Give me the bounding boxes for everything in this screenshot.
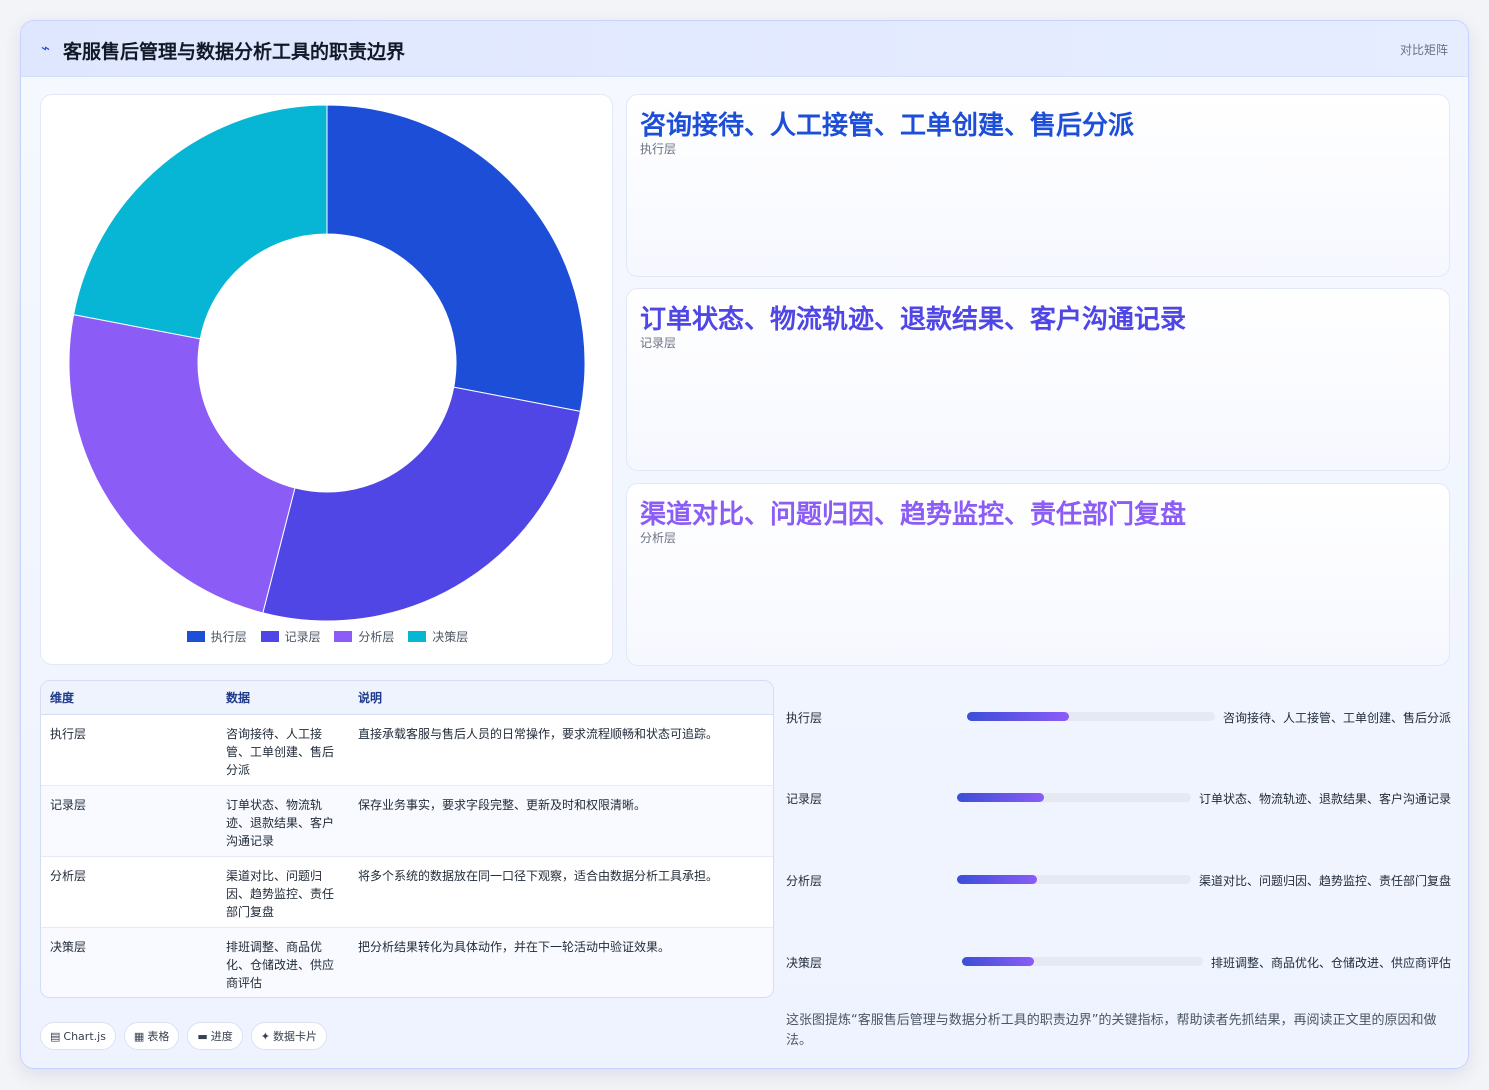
progress-text: 渠道对比、问题归因、趋势监控、责任部门复盘 (1198, 874, 1451, 888)
feature-chips: ▤ Chart.js ▦ 表格 ▬ 进度 ✦ 数据卡片 (40, 1022, 327, 1050)
donut-slice-3[interactable] (72, 104, 328, 340)
table-cell-data: 订单状态、物流轨迹、退款结果、客户沟通记录 (217, 785, 349, 857)
chip-data-card[interactable]: ✦ 数据卡片 (250, 1022, 327, 1050)
chart-line-icon: ⌁ (41, 39, 51, 57)
progress-fill (957, 875, 1037, 884)
chip-label: 数据卡片 (272, 1030, 317, 1043)
chip-label: 进度 (210, 1030, 233, 1043)
legend-label: 执行层 (210, 630, 247, 644)
legend-swatch (408, 631, 427, 642)
chip-label: 表格 (147, 1030, 170, 1043)
progress-track (962, 957, 1203, 966)
progress-label: 执行层 (786, 711, 823, 725)
legend-swatch (186, 631, 205, 642)
legend-item-2[interactable]: 分析层 (334, 628, 394, 645)
chip-progress[interactable]: ▬ 进度 (187, 1022, 243, 1050)
table-cell-description: 直接承载客服与售后人员的日常操作，要求流程顺畅和状态可追踪。 (349, 714, 773, 786)
table-header-row: 维度 数据 说明 (41, 681, 773, 715)
table-cell-data: 渠道对比、问题归因、趋势监控、责任部门复盘 (217, 856, 349, 928)
table-cell-data: 咨询接待、人工接管、工单创建、售后分派 (217, 714, 349, 786)
table-cell-dimension: 决策层 (41, 927, 217, 997)
progress-track (957, 793, 1191, 802)
stat-label: 执行层 (640, 142, 677, 156)
column-header-dimension[interactable]: 维度 (41, 681, 217, 715)
matrix-table: 维度 数据 说明 执行层 咨询接待、人工接管、工单创建、售后分派 直接承载客服与… (41, 681, 773, 997)
chip-table[interactable]: ▦ 表格 (123, 1022, 180, 1050)
progress-text: 咨询接待、人工接管、工单创建、售后分派 (1222, 711, 1451, 725)
table-cell-dimension: 分析层 (41, 856, 217, 928)
table-cell-dimension: 记录层 (41, 785, 217, 857)
stat-value: 订单状态、物流轨迹、退款结果、客户沟通记录 (640, 305, 1187, 335)
table-cell-description: 保存业务事实，要求字段完整、更新及时和权限清晰。 (349, 785, 773, 857)
progress-text: 订单状态、物流轨迹、退款结果、客户沟通记录 (1198, 792, 1451, 806)
stat-value: 咨询接待、人工接管、工单创建、售后分派 (640, 111, 1135, 141)
dashboard-panel: ⌁ 客服售后管理与数据分析工具的职责边界 对比矩阵 执行层 记录层 分析层 决策… (20, 20, 1469, 1069)
progress-fill (962, 957, 1035, 966)
chart-icon: ▤ (50, 1029, 61, 1043)
progress-fill (967, 712, 1069, 721)
table-row: 记录层 订单状态、物流轨迹、退款结果、客户沟通记录 保存业务事实，要求字段完整、… (41, 785, 773, 857)
table-cell-dimension: 执行层 (41, 714, 217, 786)
legend-label: 记录层 (284, 630, 321, 644)
legend-swatch (334, 631, 353, 642)
progress-row-decision: 决策层 排班调整、商品优化、仓储改进、供应商评估 (786, 952, 1451, 972)
progress-track (967, 712, 1215, 721)
donut-slice-0[interactable] (326, 104, 586, 412)
table-row: 执行层 咨询接待、人工接管、工单创建、售后分派 直接承载客服与售后人员的日常操作… (41, 714, 773, 786)
matrix-table-card: 维度 数据 说明 执行层 咨询接待、人工接管、工单创建、售后分派 直接承载客服与… (40, 680, 774, 998)
table-cell-data: 排班调整、商品优化、仓储改进、供应商评估 (217, 927, 349, 997)
donut-slice-1[interactable] (262, 386, 582, 622)
page-title: 客服售后管理与数据分析工具的职责边界 (63, 41, 406, 63)
progress-row-record: 记录层 订单状态、物流轨迹、退款结果、客户沟通记录 (786, 788, 1451, 808)
legend-item-3[interactable]: 决策层 (408, 628, 468, 645)
stat-card-execution: 咨询接待、人工接管、工单创建、售后分派 执行层 (626, 94, 1450, 277)
stat-card-record: 订单状态、物流轨迹、退款结果、客户沟通记录 记录层 (626, 288, 1450, 471)
progress-label: 决策层 (786, 956, 823, 970)
donut-slice-2[interactable] (68, 314, 296, 614)
table-row: 决策层 排班调整、商品优化、仓储改进、供应商评估 把分析结果转化为具体动作，并在… (41, 927, 773, 997)
progress-label: 分析层 (786, 874, 823, 888)
column-header-description[interactable]: 说明 (349, 681, 773, 715)
table-cell-description: 将多个系统的数据放在同一口径下观察，适合由数据分析工具承担。 (349, 856, 773, 928)
legend-label: 分析层 (358, 630, 395, 644)
chip-chartjs[interactable]: ▤ Chart.js (40, 1022, 116, 1050)
stat-value: 渠道对比、问题归因、趋势监控、责任部门复盘 (640, 500, 1187, 530)
legend-label: 决策层 (432, 630, 469, 644)
donut-chart (68, 104, 586, 622)
table-cell-description: 把分析结果转化为具体动作，并在下一轮活动中验证效果。 (349, 927, 773, 997)
header-bar: ⌁ 客服售后管理与数据分析工具的职责边界 对比矩阵 (21, 21, 1468, 77)
legend-swatch (260, 631, 279, 642)
legend-item-0[interactable]: 执行层 (186, 628, 247, 645)
chip-label: Chart.js (63, 1029, 106, 1043)
progress-row-analysis: 分析层 渠道对比、问题归因、趋势监控、责任部门复盘 (786, 870, 1451, 890)
progress-icon: ▬ (197, 1029, 208, 1043)
progress-text: 排班调整、商品优化、仓储改进、供应商评估 (1210, 956, 1451, 970)
stat-label: 记录层 (640, 336, 677, 350)
progress-track (957, 875, 1191, 884)
summary-note: 这张图提炼“客服售后管理与数据分析工具的职责边界”的关键指标，帮助读者先抓结果，… (786, 1013, 1437, 1048)
sparkle-icon: ✦ (260, 1029, 270, 1043)
chart-legend: 执行层 记录层 分析层 决策层 (41, 628, 614, 645)
progress-row-execution: 执行层 咨询接待、人工接管、工单创建、售后分派 (786, 707, 1451, 727)
donut-chart-card: 执行层 记录层 分析层 决策层 (40, 94, 613, 665)
stat-card-analysis: 渠道对比、问题归因、趋势监控、责任部门复盘 分析层 (626, 483, 1450, 666)
stat-label: 分析层 (640, 531, 677, 545)
table-row: 分析层 渠道对比、问题归因、趋势监控、责任部门复盘 将多个系统的数据放在同一口径… (41, 856, 773, 928)
column-header-data[interactable]: 数据 (217, 681, 349, 715)
table-icon: ▦ (133, 1029, 145, 1043)
view-tag[interactable]: 对比矩阵 (1400, 41, 1448, 58)
progress-fill (957, 793, 1044, 802)
progress-label: 记录层 (786, 792, 823, 806)
legend-item-1[interactable]: 记录层 (260, 628, 321, 645)
